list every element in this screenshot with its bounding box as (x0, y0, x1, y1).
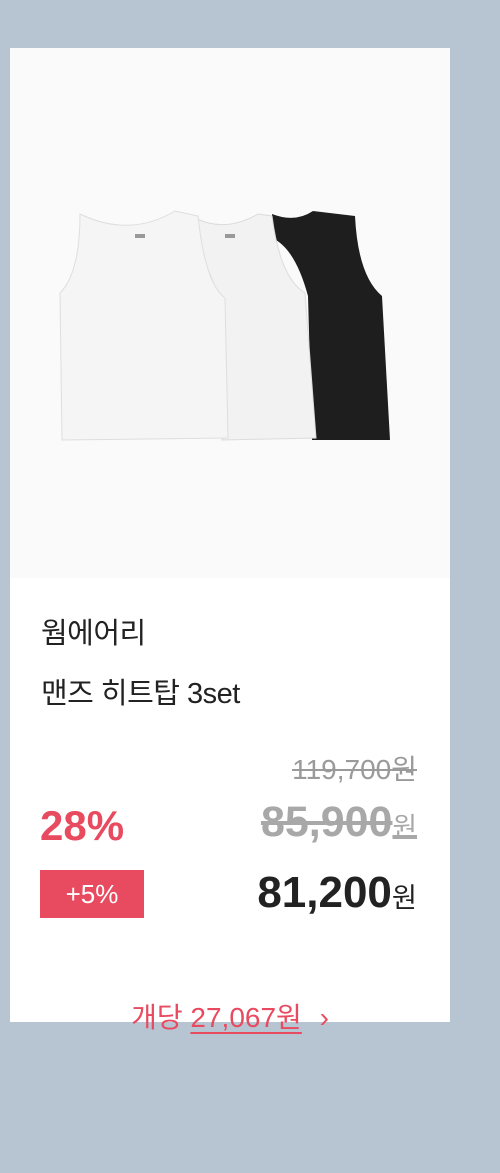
final-price: 81,200원 (257, 868, 417, 918)
per-unit-price-link[interactable]: 개당 27,067원 › (10, 996, 450, 1036)
per-unit-prefix: 개당 (131, 1002, 183, 1033)
product-title[interactable]: 맨즈 히트탑 3set (41, 670, 240, 712)
sale-price-value: 85,900 (260, 798, 393, 846)
product-image[interactable] (10, 48, 450, 578)
original-price-unit: 원 (391, 754, 417, 785)
chevron-right-icon: › (319, 1002, 329, 1033)
logo-tag-2 (225, 234, 235, 238)
logo-tag (135, 234, 145, 238)
sale-price: 85,900원 (261, 798, 417, 847)
product-card[interactable]: 웜에어리 맨즈 히트탑 3set 119,700원 28% 85,900원 +5… (10, 48, 450, 1033)
final-price-value: 81,200 (257, 868, 392, 917)
sale-price-unit: 원 (392, 812, 417, 842)
extra-discount-badge: +5% (40, 870, 144, 918)
product-photo (59, 210, 390, 441)
per-unit-amount: 27,067원 (190, 1002, 302, 1033)
discount-rate: 28% (40, 802, 125, 849)
product-brand[interactable]: 웜에어리 (41, 610, 146, 652)
original-price-value: 119,700 (292, 754, 392, 785)
final-price-unit: 원 (391, 882, 417, 913)
original-price: 119,700원 (292, 748, 417, 788)
